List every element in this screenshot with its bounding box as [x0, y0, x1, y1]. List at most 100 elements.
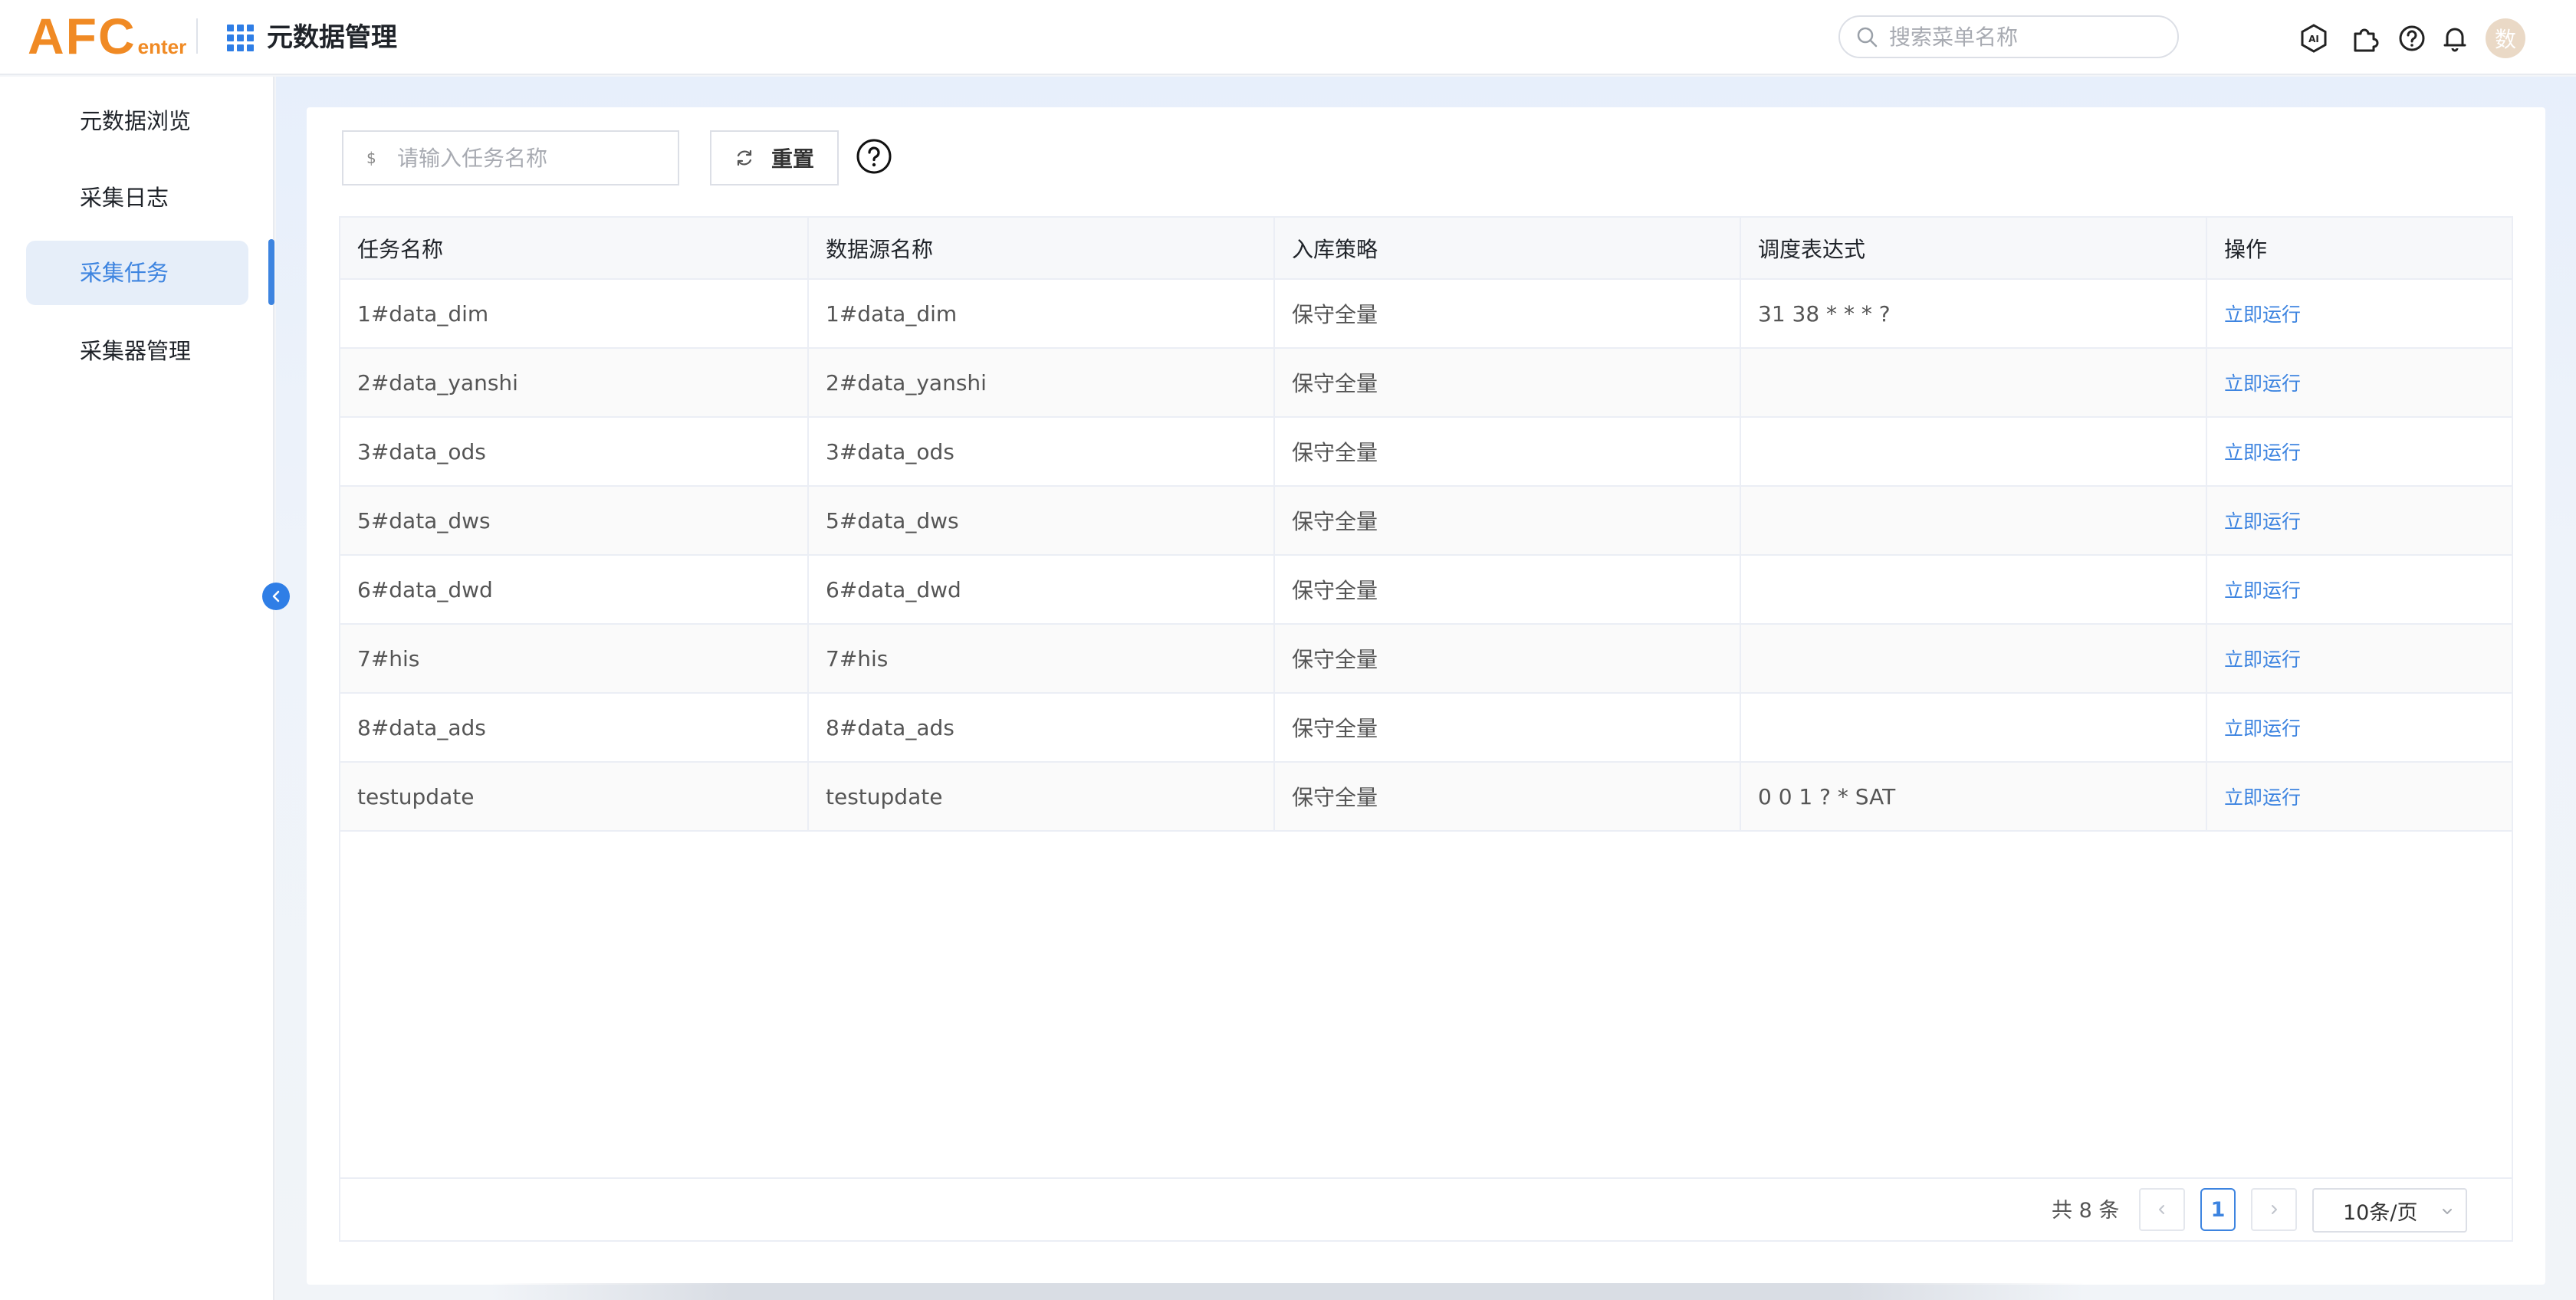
run-now-link[interactable]: 立即运行: [2224, 648, 2301, 671]
task-name-filter[interactable]: $: [342, 130, 679, 185]
prev-page-button[interactable]: [2139, 1188, 2185, 1231]
table-row: 5#data_dws 5#data_dws 保守全量 立即运行: [340, 486, 2512, 556]
task-table: 任务名称 数据源名称 入库策略 调度表达式 操作 1#data_dim 1#da…: [339, 216, 2513, 1242]
cell-task-name: 7#his: [340, 624, 809, 694]
table-row: 3#data_ods 3#data_ods 保守全量 立即运行: [340, 417, 2512, 487]
cell-strategy: 保守全量: [1274, 555, 1741, 625]
table-header-row: 任务名称 数据源名称 入库策略 调度表达式 操作: [340, 218, 2512, 280]
run-now-link[interactable]: 立即运行: [2224, 442, 2301, 464]
cell-task-name: 1#data_dim: [340, 279, 809, 349]
cell-task-name: 3#data_ods: [340, 417, 809, 487]
chevron-left-icon: [2159, 1205, 2164, 1214]
svg-text:AI: AI: [2308, 34, 2319, 44]
ai-icon[interactable]: AI: [2298, 23, 2329, 54]
logo[interactable]: AFC enter: [28, 11, 186, 61]
cell-cron: 31 38 * * * ?: [1740, 279, 2207, 349]
chevron-down-icon: [2443, 1209, 2452, 1214]
header-divider: [196, 18, 198, 54]
active-indicator: [268, 239, 274, 305]
run-now-link[interactable]: 立即运行: [2224, 717, 2301, 740]
reset-button[interactable]: 重置: [710, 130, 839, 185]
column-header-source-name: 数据源名称: [808, 218, 1275, 280]
table-row: 6#data_dwd 6#data_dwd 保守全量 立即运行: [340, 555, 2512, 625]
user-avatar[interactable]: 数: [2486, 18, 2525, 58]
cell-source-name: 7#his: [808, 624, 1275, 694]
run-now-link[interactable]: 立即运行: [2224, 373, 2301, 395]
cell-cron: [1740, 693, 2207, 763]
cell-source-name: 8#data_ads: [808, 693, 1275, 763]
cell-action: 立即运行: [2206, 417, 2512, 487]
cell-action: 立即运行: [2206, 693, 2512, 763]
cell-source-name: testupdate: [808, 762, 1275, 832]
cell-source-name: 6#data_dwd: [808, 555, 1275, 625]
column-header-strategy: 入库策略: [1274, 218, 1741, 280]
cell-strategy: 保守全量: [1274, 348, 1741, 418]
cell-cron: 0 0 1 ? * SAT: [1740, 762, 2207, 832]
table-row: testupdate testupdate 保守全量 0 0 1 ? * SAT…: [340, 762, 2512, 832]
cell-strategy: 保守全量: [1274, 624, 1741, 694]
help-icon[interactable]: [2397, 23, 2427, 54]
question-icon[interactable]: [856, 138, 892, 175]
apps-grid-icon[interactable]: [227, 25, 255, 52]
page-number-current[interactable]: 1: [2200, 1188, 2236, 1231]
bottom-shadow: [491, 1283, 2085, 1300]
chevron-left-icon: [272, 590, 280, 602]
run-now-link[interactable]: 立即运行: [2224, 304, 2301, 326]
sidebar-item-collect-log[interactable]: 采集日志: [26, 166, 248, 230]
menu-search[interactable]: [1838, 15, 2179, 58]
column-header-cron: 调度表达式: [1740, 218, 2207, 280]
cell-action: 立即运行: [2206, 348, 2512, 418]
table-row: 1#data_dim 1#data_dim 保守全量 31 38 * * * ?…: [340, 279, 2512, 349]
cell-task-name: 5#data_dws: [340, 486, 809, 556]
cell-cron: [1740, 348, 2207, 418]
cell-cron: [1740, 417, 2207, 487]
cell-action: 立即运行: [2206, 555, 2512, 625]
cell-strategy: 保守全量: [1274, 417, 1741, 487]
cell-source-name: 5#data_dws: [808, 486, 1275, 556]
bell-icon[interactable]: [2440, 23, 2470, 54]
sidebar-collapse-button[interactable]: [262, 583, 290, 610]
cell-task-name: 6#data_dwd: [340, 555, 809, 625]
logo-text: AFC: [28, 8, 136, 64]
run-now-link[interactable]: 立即运行: [2224, 786, 2301, 809]
sidebar: 元数据浏览 采集日志 采集任务 采集器管理: [0, 77, 274, 1300]
reset-label: 重置: [770, 146, 814, 172]
sidebar-item-collect-task[interactable]: 采集任务: [26, 241, 248, 305]
table-row: 7#his 7#his 保守全量 立即运行: [340, 624, 2512, 694]
cell-strategy: 保守全量: [1274, 762, 1741, 832]
cell-strategy: 保守全量: [1274, 279, 1741, 349]
plugin-icon[interactable]: [2349, 23, 2380, 54]
cell-action: 立即运行: [2206, 624, 2512, 694]
cell-source-name: 2#data_yanshi: [808, 348, 1275, 418]
column-header-task-name: 任务名称: [340, 218, 809, 280]
search-icon: [1857, 27, 1878, 48]
cell-strategy: 保守全量: [1274, 693, 1741, 763]
input-prefix: $: [366, 149, 376, 167]
page-size-select[interactable]: 10条/页: [2312, 1188, 2467, 1233]
cell-source-name: 3#data_ods: [808, 417, 1275, 487]
next-page-button[interactable]: [2251, 1188, 2297, 1231]
cell-action: 立即运行: [2206, 486, 2512, 556]
logo-subtext: enter: [137, 35, 187, 58]
run-now-link[interactable]: 立即运行: [2224, 510, 2301, 533]
task-name-input[interactable]: [397, 145, 673, 171]
pagination-total: 共 8 条: [2052, 1199, 2120, 1223]
run-now-link[interactable]: 立即运行: [2224, 579, 2301, 602]
page-size-value: 10条/页: [2343, 1200, 2418, 1225]
refresh-icon: [737, 149, 752, 166]
table-row: 2#data_yanshi 2#data_yanshi 保守全量 立即运行: [340, 348, 2512, 418]
cell-cron: [1740, 486, 2207, 556]
cell-action: 立即运行: [2206, 279, 2512, 349]
cell-strategy: 保守全量: [1274, 486, 1741, 556]
cell-action: 立即运行: [2206, 762, 2512, 832]
cell-cron: [1740, 555, 2207, 625]
module-title: 元数据管理: [267, 22, 397, 53]
sidebar-item-metadata-browse[interactable]: 元数据浏览: [26, 89, 248, 153]
chevron-right-icon: [2272, 1205, 2277, 1214]
cell-task-name: 2#data_yanshi: [340, 348, 809, 418]
menu-search-input[interactable]: [1889, 24, 2165, 50]
pagination-divider: [340, 1177, 2512, 1179]
top-bar: AFC enter 元数据管理 AI 数: [0, 0, 2576, 75]
sidebar-item-collector-manage[interactable]: 采集器管理: [26, 319, 248, 383]
cell-source-name: 1#data_dim: [808, 279, 1275, 349]
